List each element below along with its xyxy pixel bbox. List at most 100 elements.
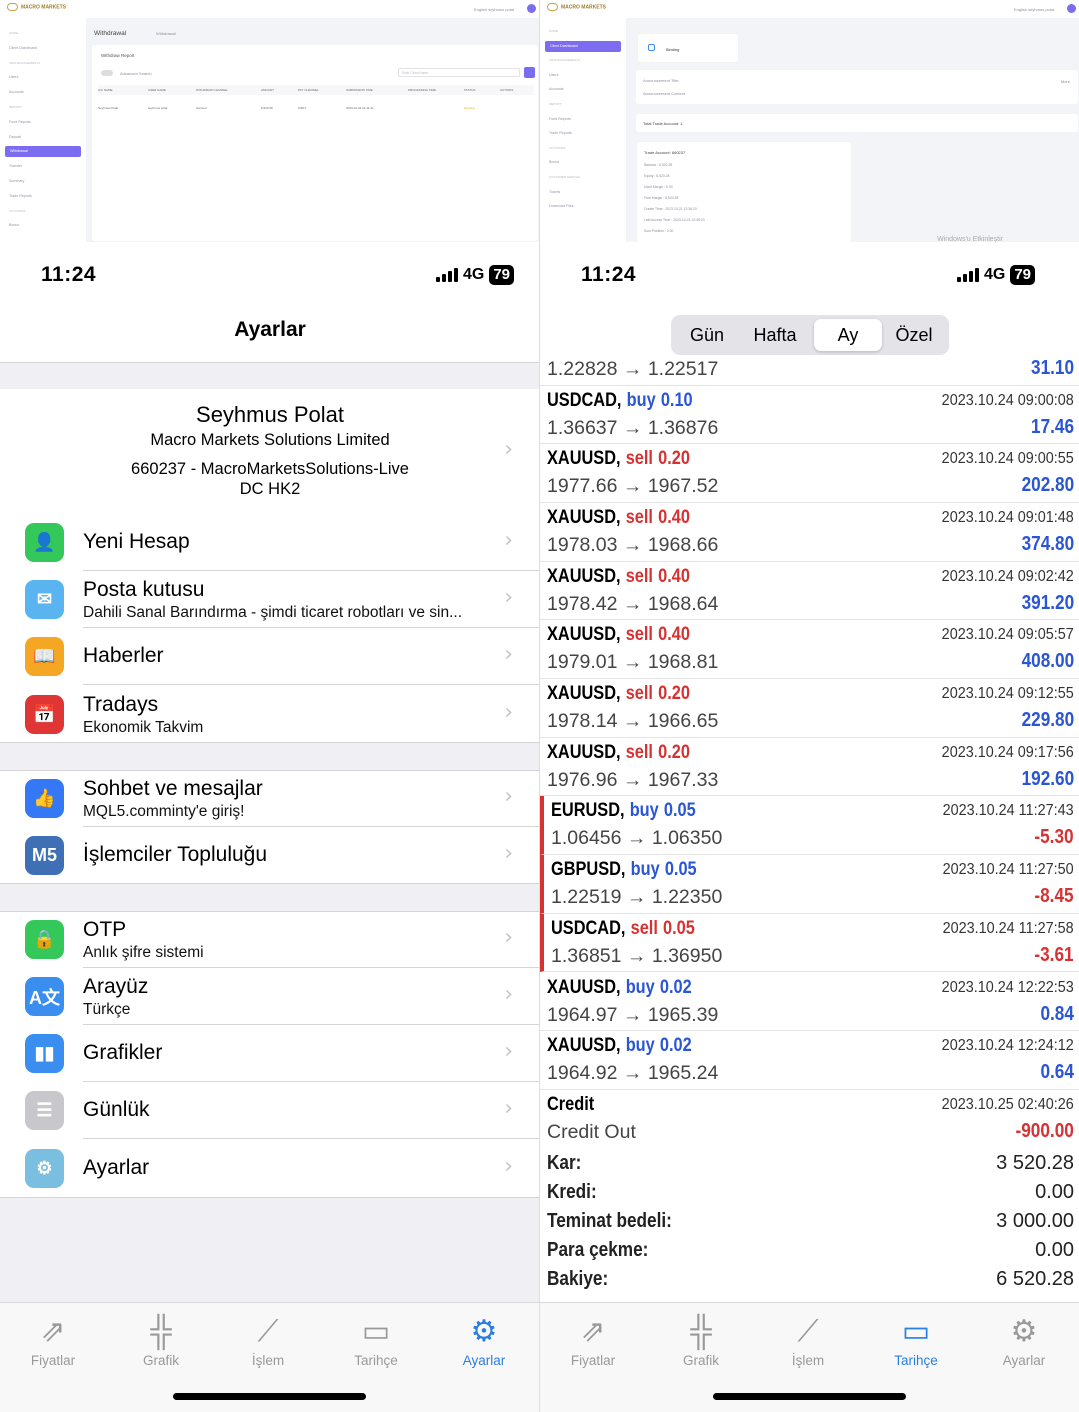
deal-prices: 1976.96 → 1967.33 <box>547 768 719 791</box>
table-column-header: USER NAME <box>148 88 166 92</box>
account-card[interactable]: Seyhmus Polat Macro Markets Solutions Li… <box>0 389 540 515</box>
tab-i̇şlem[interactable]: ⟋ İşlem <box>228 1311 308 1368</box>
sidebar-item-users[interactable]: Users <box>9 75 18 79</box>
account-detail: Balance : 6,520.28 <box>644 163 673 167</box>
sidebar-item-client-dashboard[interactable]: Client Dashboard <box>545 40 621 52</box>
tab-tarihçe[interactable]: ▭ Tarihçe <box>876 1311 956 1368</box>
settings-row-arayüz[interactable]: A文 Arayüz Türkçe › <box>0 968 540 1025</box>
search-input[interactable]: Enter Client Name <box>398 68 520 77</box>
summary-label: Kredi: <box>547 1181 597 1203</box>
deal-side: buy <box>626 389 656 411</box>
network-status: 4G 79 <box>956 265 1035 285</box>
deal-row[interactable]: XAUUSD, sell 0.40 1978.42 → 1968.64 2023.10.… <box>540 562 1079 621</box>
settings-row-posta-kutusu[interactable]: ✉ Posta kutusu Dahili Sanal Barındırma - ş… <box>0 571 540 628</box>
deal-time: 2023.10.24 09:12:55 <box>941 685 1074 702</box>
tab-grafik[interactable]: ╬ Grafik <box>661 1311 741 1368</box>
sidebar-item-users[interactable]: Users <box>549 73 558 77</box>
deal-profit: 391.20 <box>1021 591 1074 614</box>
tab-fiyatlar[interactable]: ⇗ Fiyatlar <box>553 1311 633 1368</box>
total-accounts-bar[interactable]: Total Trade Account: 1 <box>636 114 1078 132</box>
account-detail: Create Time : 2023-10-21 12:36:20 <box>644 207 697 211</box>
deal-row[interactable]: XAUUSD, sell 0.20 1977.66 → 1967.52 2023.10.… <box>540 444 1079 503</box>
avatar[interactable] <box>527 4 536 13</box>
settings-row-haberler[interactable]: 📖 Haberler › <box>0 628 540 685</box>
segment-hafta[interactable]: Hafta <box>739 319 811 351</box>
tab-i̇şlem[interactable]: ⟋ İşlem <box>768 1311 848 1368</box>
settings-row-otp[interactable]: 🔒 OTP Anlık şifre sistemi › <box>0 911 540 968</box>
avatar[interactable] <box>1067 4 1076 13</box>
web-dashboard-screenshot: MACRO MARKETS HOME Client Dashboard CRM MA… <box>540 0 1079 243</box>
sidebar-item-summary[interactable]: Summary <box>9 179 24 183</box>
settings-row-grafikler[interactable]: ▮▮ Grafikler › <box>0 1025 540 1082</box>
status-bar: 11:24 4G 79 <box>540 246 1079 304</box>
tab-label: Grafik <box>142 1353 179 1368</box>
group-gap <box>0 1198 540 1302</box>
deal-row[interactable]: XAUUSD, buy 0.02 1964.92 → 1965.24 2023.10.2… <box>540 1031 1079 1090</box>
sidebar-item-client-dashboard[interactable]: Client Dashboard <box>9 46 37 50</box>
settings-row-title: İşlemciler Topluluğu <box>83 843 268 866</box>
deal-symbol: XAUUSD, sell 0.40 <box>547 507 690 529</box>
chevron-right-icon: › <box>504 528 513 553</box>
sidebar-item-withdrawal[interactable]: Withdrawal <box>5 146 81 158</box>
table-cell: Account <box>196 106 207 110</box>
segment-özel[interactable]: Özel <box>883 319 945 351</box>
deal-time: 2023.10.24 09:02:42 <box>941 567 1074 585</box>
settings-row-i-şlemciler-topluluğu[interactable]: M5 İşlemciler Topluluğu › <box>0 827 540 884</box>
deal-row[interactable]: XAUUSD, buy 0.02 1964.97 → 1965.39 2023.10.2… <box>540 973 1079 1032</box>
deal-row[interactable]: XAUUSD, sell 0.20 1978.14 → 1966.65 2023.10.… <box>540 679 1079 738</box>
sidebar-item-fund-reports[interactable]: Fund Reports <box>549 117 571 121</box>
sidebar-item-trade-reports[interactable]: Trade Reports <box>549 131 572 135</box>
history-icon: ▭ <box>901 1315 931 1348</box>
settings-row-subtitle: Anlık şifre sistemi <box>83 944 204 961</box>
tab-ayarlar[interactable]: ⚙ Ayarlar <box>984 1311 1064 1368</box>
settings-row-günlük[interactable]: ☰ Günlük › <box>0 1082 540 1139</box>
summary-row: Kredi: 0.00 <box>540 1181 1079 1210</box>
sidebar-item-accounts[interactable]: Accounts <box>549 87 564 91</box>
binding-card[interactable]: Binding <box>638 34 738 62</box>
deal-row[interactable]: EURUSD, buy 0.05 1.06456 → 1.06350 2023.10.2… <box>540 796 1079 856</box>
watermark: Windows'u Etkinleştir <box>937 236 1003 243</box>
tab-tarihçe[interactable]: ▭ Tarihçe <box>336 1311 416 1368</box>
deal-time: 2023.10.25 02:40:26 <box>941 1095 1074 1113</box>
settings-row-sohbet-ve-mesajlar[interactable]: 👍 Sohbet ve mesajlar MQL5.comminty'e giriş… <box>0 770 540 827</box>
deal-time: 2023.10.24 11:27:50 <box>942 861 1074 879</box>
tab-ayarlar[interactable]: ⚙ Ayarlar <box>444 1311 524 1368</box>
settings-row-tradays[interactable]: 📅 Tradays Ekonomik Takvim › <box>0 686 540 743</box>
sidebar-item-transfer[interactable]: Transfer <box>9 164 22 168</box>
tab-fiyatlar[interactable]: ⇗ Fiyatlar <box>13 1311 93 1368</box>
tab-grafik[interactable]: ╬ Grafik <box>121 1311 201 1368</box>
search-button[interactable] <box>524 67 535 78</box>
deal-row[interactable]: USDCAD, buy 0.10 1.36637 → 1.36876 2023.10.2… <box>540 386 1079 445</box>
settings-row-yeni-hesap[interactable]: 👤 Yeni Hesap › <box>0 514 540 571</box>
sidebar-item-accounts[interactable]: Accounts <box>9 90 24 94</box>
tradays-icon: 📅 <box>25 695 64 734</box>
deal-row[interactable]: XAUUSD, sell 0.20 1976.96 → 1967.33 2023.10.… <box>540 738 1079 797</box>
deal-row[interactable]: XAUUSD, sell 0.40 1979.01 → 1968.81 2023.10.… <box>540 620 1079 679</box>
sidebar-item-fund-reports[interactable]: Fund Reports <box>9 120 31 124</box>
deal-row[interactable]: USDCAD, sell 0.05 1.36851 → 1.36950 2023.10.… <box>540 913 1079 973</box>
segment-ay[interactable]: Ay <box>814 319 882 351</box>
battery-icon: 79 <box>489 265 514 285</box>
sidebar-item-trade-reports[interactable]: Trade Reports <box>9 194 32 198</box>
more-link[interactable]: More <box>1061 79 1070 84</box>
chevron-right-icon: › <box>504 784 513 809</box>
sidebar-item-deposit[interactable]: Deposit <box>9 135 21 139</box>
sidebar-item-tickets[interactable]: Tickets <box>549 190 560 194</box>
sidebar-item-bonus[interactable]: Bonus <box>549 160 559 164</box>
advanced-search-toggle[interactable] <box>101 70 113 76</box>
deal-row[interactable]: GBPUSD, buy 0.05 1.22519 → 1.22350 2023.10.2… <box>540 855 1079 914</box>
table-cell: seyhmus polat <box>148 106 168 110</box>
symbol: XAUUSD, <box>547 976 621 998</box>
settings-row-ayarlar[interactable]: ⚙ Ayarlar › <box>0 1140 540 1197</box>
deal-lot: 0.40 <box>658 624 690 646</box>
sidebar-item-download-files[interactable]: Download Files <box>549 204 574 208</box>
battery-icon: 79 <box>1010 265 1035 285</box>
sidebar-item-bonus[interactable]: Bonus <box>9 223 19 227</box>
deals-list[interactable]: 1.22828 → 1.22517 31.10 USDCAD, buy 0.10 1.… <box>540 357 1079 1144</box>
list-item[interactable]: 1.22828 → 1.22517 31.10 <box>540 357 1079 386</box>
credit-row[interactable]: Credit Credit Out 2023.10.25 02:40:26 -900.… <box>540 1090 1079 1144</box>
segment-gün[interactable]: Gün <box>675 319 739 351</box>
symbol: XAUUSD, <box>547 683 621 704</box>
deal-row[interactable]: XAUUSD, sell 0.40 1978.03 → 1968.66 2023.10.… <box>540 503 1079 562</box>
period-segmented-control[interactable]: Gün Hafta Ay Özel <box>671 315 949 355</box>
